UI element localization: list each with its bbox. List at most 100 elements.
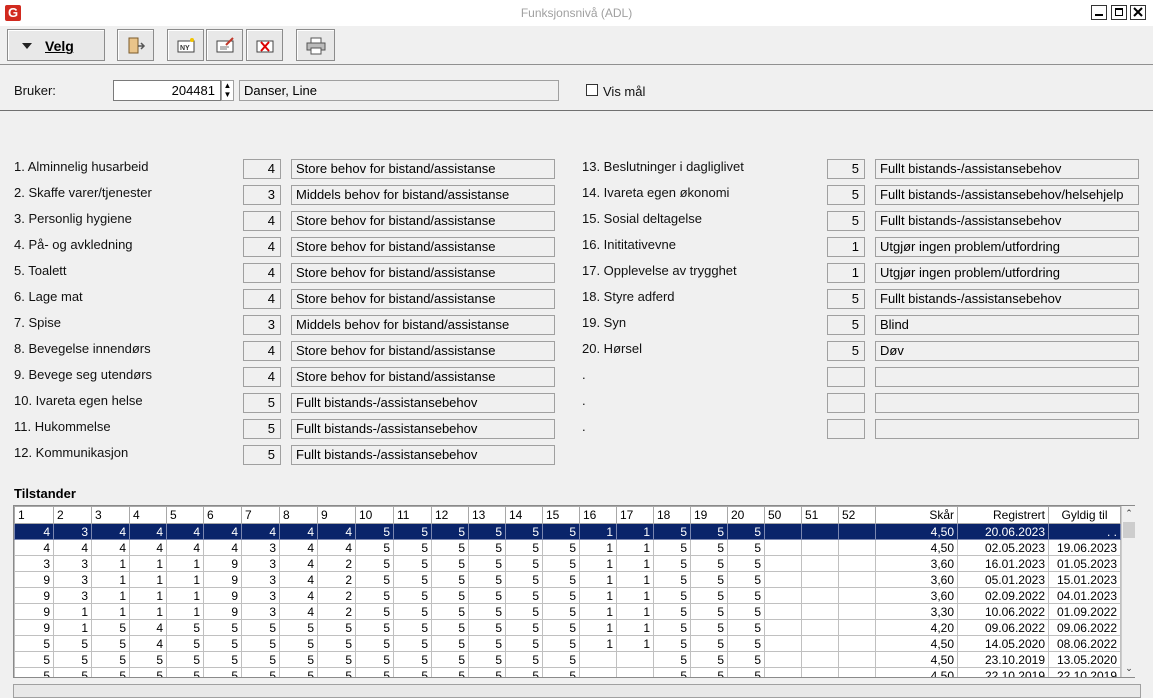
table-row[interactable]: 5 5 5 5 5 5 5 5 5 5 5 5 5 5 5 5 5 5 4,50 22.10.2019 22.10.20… bbox=[14, 667, 1121, 677]
table-cell: 5 bbox=[431, 667, 469, 677]
function-item-score[interactable]: 3 bbox=[243, 315, 281, 335]
function-item-score[interactable]: 5 bbox=[243, 419, 281, 439]
table-cell: 5 bbox=[653, 587, 691, 604]
column-header[interactable]: 17 bbox=[616, 506, 654, 524]
function-item-score[interactable]: 5 bbox=[243, 445, 281, 465]
table-row[interactable]: 9 1 5 4 5 5 5 5 5 5 5 5 5 5 5 1 1 5 5 5 4,20 09.06.2022 09.06.… bbox=[14, 619, 1121, 636]
column-header[interactable]: 9 bbox=[317, 506, 356, 524]
function-item-score[interactable]: 5 bbox=[827, 185, 865, 205]
function-item-score[interactable]: 1 bbox=[827, 237, 865, 257]
table-cell: 5 bbox=[431, 651, 469, 668]
table-row[interactable]: 3 3 1 1 1 9 3 4 2 5 5 5 5 5 5 1 1 5 5 5 3,60 16.01.2023 01.05.… bbox=[14, 555, 1121, 572]
column-header[interactable]: 1 bbox=[14, 506, 54, 524]
table-cell bbox=[801, 603, 839, 620]
column-header[interactable]: 16 bbox=[579, 506, 617, 524]
column-header[interactable]: 12 bbox=[431, 506, 469, 524]
column-header[interactable]: 14 bbox=[505, 506, 543, 524]
table-vertical-scrollbar[interactable]: ⌃ ⌄ bbox=[1121, 506, 1136, 677]
column-header[interactable]: Skår bbox=[875, 506, 958, 524]
table-cell: 5 bbox=[653, 523, 691, 540]
spin-down-icon[interactable]: ▼ bbox=[222, 90, 233, 99]
print-button[interactable] bbox=[296, 29, 335, 61]
table-row[interactable]: 5 5 5 4 5 5 5 5 5 5 5 5 5 5 5 1 1 5 5 5 4,50 14.05.2020 08.06.… bbox=[14, 635, 1121, 652]
table-cell: 5 bbox=[505, 555, 543, 572]
function-item-score[interactable]: 4 bbox=[243, 159, 281, 179]
delete-button[interactable] bbox=[246, 29, 283, 61]
table-row[interactable]: 9 3 1 1 1 9 3 4 2 5 5 5 5 5 5 1 1 5 5 5 3,60 05.01.2023 15.01.… bbox=[14, 571, 1121, 588]
function-item-label: . bbox=[582, 393, 586, 408]
edit-button[interactable] bbox=[206, 29, 243, 61]
spin-up-icon[interactable]: ▲ bbox=[222, 81, 233, 90]
table-row[interactable]: 9 3 1 1 1 9 3 4 2 5 5 5 5 5 5 1 1 5 5 5 3,60 02.09.2022 04.01.… bbox=[14, 587, 1121, 604]
table-cell: 4,50 bbox=[875, 667, 958, 677]
column-header[interactable]: Registrert bbox=[957, 506, 1049, 524]
function-item-score[interactable]: 5 bbox=[827, 159, 865, 179]
function-item-score[interactable]: 4 bbox=[243, 263, 281, 283]
table-cell: 5 bbox=[542, 651, 580, 668]
column-header[interactable]: 50 bbox=[764, 506, 802, 524]
function-item-label: 16. Inititativevne bbox=[582, 237, 676, 252]
column-header[interactable]: 20 bbox=[727, 506, 765, 524]
table-cell: 3 bbox=[241, 587, 280, 604]
function-item-score[interactable] bbox=[827, 419, 865, 439]
function-item-score[interactable]: 1 bbox=[827, 263, 865, 283]
scroll-thumb[interactable] bbox=[1123, 522, 1135, 538]
function-item-score[interactable] bbox=[827, 367, 865, 387]
table-cell: 13.05.2020 bbox=[1048, 651, 1121, 668]
column-header[interactable]: 18 bbox=[653, 506, 691, 524]
table-cell: 1 bbox=[166, 571, 204, 588]
table-cell: 5 bbox=[542, 587, 580, 604]
column-header[interactable]: 4 bbox=[129, 506, 167, 524]
bruker-id-spinner[interactable]: ▲ ▼ bbox=[221, 80, 234, 101]
column-header[interactable]: 13 bbox=[468, 506, 506, 524]
column-header[interactable]: 7 bbox=[241, 506, 280, 524]
function-item-score[interactable]: 5 bbox=[827, 315, 865, 335]
function-item-score[interactable] bbox=[827, 393, 865, 413]
new-button[interactable]: NY bbox=[167, 29, 204, 61]
function-item-score[interactable]: 5 bbox=[827, 289, 865, 309]
column-header[interactable]: 52 bbox=[838, 506, 876, 524]
table-cell: 3 bbox=[53, 571, 92, 588]
column-header[interactable]: 51 bbox=[801, 506, 839, 524]
close-button[interactable] bbox=[1130, 5, 1146, 20]
function-item-score[interactable]: 4 bbox=[243, 341, 281, 361]
velg-button[interactable]: Velg bbox=[7, 29, 105, 61]
scroll-up-icon[interactable]: ⌃ bbox=[1122, 506, 1136, 521]
table-row[interactable]: 4 4 4 4 4 4 3 4 4 5 5 5 5 5 5 1 1 5 5 5 4,50 02.05.2023 19.06.… bbox=[14, 539, 1121, 556]
column-header[interactable]: 10 bbox=[355, 506, 394, 524]
maximize-button[interactable] bbox=[1111, 5, 1127, 20]
function-item-score[interactable]: 4 bbox=[243, 211, 281, 231]
scroll-down-icon[interactable]: ⌄ bbox=[1122, 661, 1136, 676]
column-header[interactable]: 5 bbox=[166, 506, 204, 524]
table-cell bbox=[579, 651, 617, 668]
minimize-button[interactable] bbox=[1091, 5, 1107, 20]
column-header[interactable]: 6 bbox=[203, 506, 242, 524]
function-item-score[interactable]: 4 bbox=[243, 289, 281, 309]
column-header[interactable]: 19 bbox=[690, 506, 728, 524]
exit-button[interactable] bbox=[117, 29, 154, 61]
column-header[interactable]: Gyldig til bbox=[1048, 506, 1121, 524]
table-cell: 4 bbox=[53, 539, 92, 556]
table-cell: 5 bbox=[355, 651, 394, 668]
table-row[interactable]: 5 5 5 5 5 5 5 5 5 5 5 5 5 5 5 5 5 5 4,50 23.10.2019 13.05.20… bbox=[14, 651, 1121, 668]
function-item-score[interactable]: 3 bbox=[243, 185, 281, 205]
bruker-id-field[interactable]: 204481 bbox=[113, 80, 221, 101]
function-item-score[interactable]: 4 bbox=[243, 367, 281, 387]
function-item-label: 20. Hørsel bbox=[582, 341, 642, 356]
vis-maal-checkbox[interactable] bbox=[586, 84, 598, 96]
column-header[interactable]: 2 bbox=[53, 506, 92, 524]
edit-icon bbox=[216, 37, 234, 53]
function-item-score[interactable]: 5 bbox=[827, 341, 865, 361]
column-header[interactable]: 11 bbox=[393, 506, 432, 524]
column-header[interactable]: 15 bbox=[542, 506, 580, 524]
column-header[interactable]: 3 bbox=[91, 506, 130, 524]
function-item-score[interactable]: 4 bbox=[243, 237, 281, 257]
function-item-score[interactable]: 5 bbox=[827, 211, 865, 231]
table-row[interactable]: 9 1 1 1 1 9 3 4 2 5 5 5 5 5 5 1 1 5 5 5 3,30 10.06.2022 01.09.… bbox=[14, 603, 1121, 620]
tilstander-table[interactable]: 1 2 3 4 5 6 7 8 9 10 11 12 13 14 15 16 17 18 19 20 50 51 52 Skå… bbox=[13, 505, 1135, 678]
table-row[interactable]: 4 3 4 4 4 4 4 4 4 5 5 5 5 5 5 1 1 5 5 5 4,50 20.06.2023. . bbox=[14, 523, 1121, 540]
function-item-description: Store behov for bistand/assistanse bbox=[291, 237, 555, 257]
vis-maal-label[interactable]: Vis mål bbox=[603, 84, 645, 99]
function-item-score[interactable]: 5 bbox=[243, 393, 281, 413]
column-header[interactable]: 8 bbox=[279, 506, 318, 524]
